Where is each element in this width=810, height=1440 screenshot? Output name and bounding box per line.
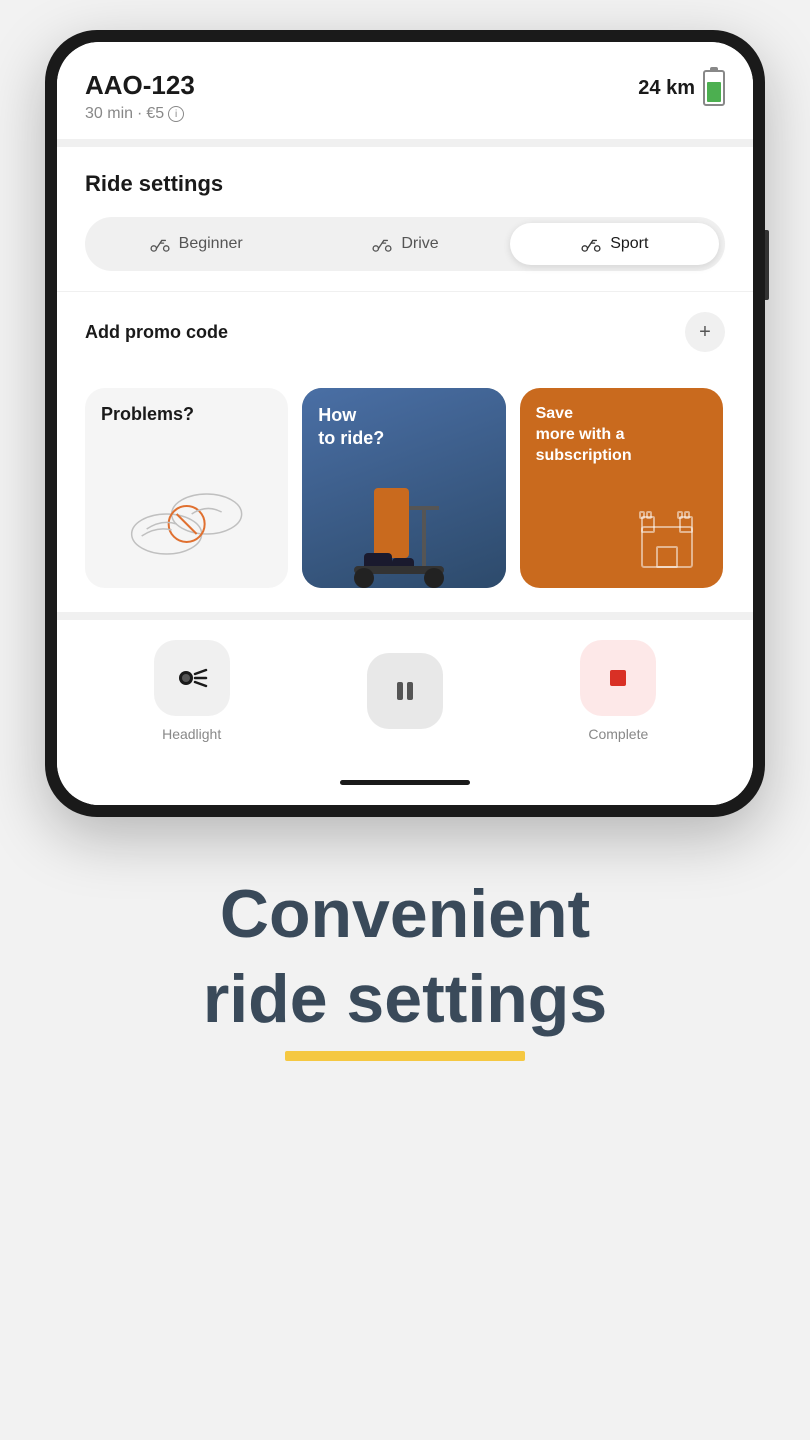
home-bar xyxy=(340,780,470,785)
separator: · xyxy=(137,105,142,123)
ride-settings-section: Ride settings Beginner xyxy=(57,147,753,291)
divider-1 xyxy=(57,139,753,147)
phone-frame: AAO-123 30 min · €5 i 24 km xyxy=(45,30,765,817)
screen-content: AAO-123 30 min · €5 i 24 km xyxy=(57,42,753,805)
mode-beginner-label: Beginner xyxy=(179,235,243,253)
mode-beginner[interactable]: Beginner xyxy=(91,223,300,265)
pause-icon xyxy=(391,677,419,705)
mode-drive[interactable]: Drive xyxy=(300,223,509,265)
card-how-content: Howto ride? xyxy=(318,404,384,451)
km-display: 24 km xyxy=(638,77,695,100)
card-save[interactable]: Savemore with asubscription xyxy=(520,388,723,588)
battery-section: 24 km xyxy=(638,70,725,106)
plus-icon: + xyxy=(699,321,711,344)
card-how[interactable]: Howto ride? xyxy=(302,388,505,588)
card-problems-title: Problems? xyxy=(101,404,272,425)
add-promo-button[interactable]: + xyxy=(685,312,725,352)
problems-illustration xyxy=(101,464,272,564)
big-title-line2: ride settings xyxy=(203,962,607,1037)
mode-sport[interactable]: Sport xyxy=(510,223,719,265)
mode-selector: Beginner Drive xyxy=(85,217,725,271)
mode-drive-label: Drive xyxy=(401,235,438,253)
mode-sport-label: Sport xyxy=(610,235,648,253)
headlight-label: Headlight xyxy=(162,726,221,742)
info-icon[interactable]: i xyxy=(168,106,184,122)
cards-section: Problems? xyxy=(57,372,753,612)
castle-icon xyxy=(627,492,707,572)
vehicle-info: AAO-123 30 min · €5 i xyxy=(85,70,195,123)
card-save-art xyxy=(536,466,707,572)
complete-button[interactable] xyxy=(580,640,656,716)
vehicle-id: AAO-123 xyxy=(85,70,195,101)
duration: 30 min xyxy=(85,105,133,123)
complete-action: Complete xyxy=(580,640,656,742)
card-how-title: Howto ride? xyxy=(318,405,384,448)
promo-title: Add promo code xyxy=(85,322,228,343)
scooter-icon-sport xyxy=(580,236,602,252)
price: €5 xyxy=(146,105,164,123)
card-save-title: Savemore with asubscription xyxy=(536,404,707,466)
top-bar: AAO-123 30 min · €5 i 24 km xyxy=(57,42,753,139)
battery-icon xyxy=(703,70,725,106)
complete-label: Complete xyxy=(588,726,648,742)
battery-fill xyxy=(707,82,721,102)
ride-settings-title: Ride settings xyxy=(85,171,725,197)
bottom-text-section: Convenient ride settings xyxy=(0,817,810,1121)
phone-screen: AAO-123 30 min · €5 i 24 km xyxy=(57,42,753,805)
scooter-icon-drive xyxy=(371,236,393,252)
pause-action xyxy=(367,653,443,729)
side-button xyxy=(765,230,769,300)
headlight-button[interactable] xyxy=(154,640,230,716)
scooter-icon-beginner xyxy=(149,236,171,252)
card-problems-art xyxy=(101,425,272,572)
pause-button[interactable] xyxy=(367,653,443,729)
home-indicator xyxy=(57,772,753,805)
stop-icon xyxy=(604,664,632,692)
vehicle-details: 30 min · €5 i xyxy=(85,105,195,123)
yellow-underline xyxy=(285,1051,525,1061)
promo-section: Add promo code + xyxy=(57,291,753,372)
person-scooter-svg xyxy=(344,428,464,588)
action-bar: Headlight C xyxy=(57,612,753,772)
headlight-icon xyxy=(176,666,208,690)
card-problems[interactable]: Problems? xyxy=(85,388,288,588)
big-title-line1: Convenient xyxy=(220,877,590,952)
headlight-action: Headlight xyxy=(154,640,230,742)
